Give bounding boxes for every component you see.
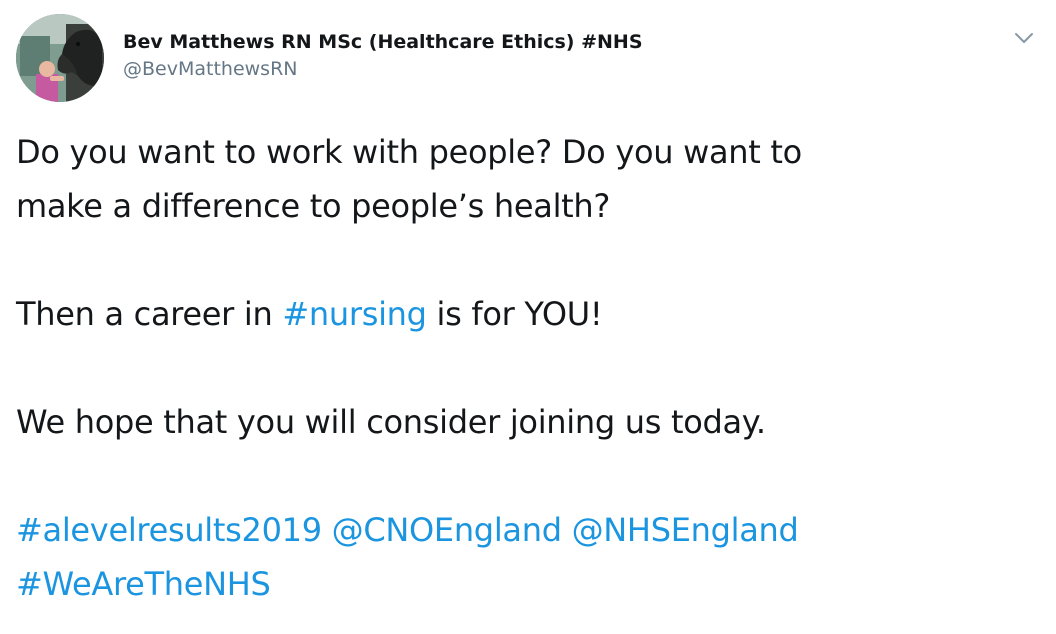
tweet-line: #alevelresults2019 @CNOEngland @NHSEngla… bbox=[16, 503, 1046, 557]
tweet-text-segment: Then a career in bbox=[16, 295, 283, 333]
tweet-line: Do you want to work with people? Do you … bbox=[16, 133, 802, 171]
chevron-down-icon[interactable] bbox=[1012, 26, 1036, 50]
hashtag-alevelresults-link[interactable]: #alevelresults2019 bbox=[16, 511, 322, 549]
profile-photo-horse-icon bbox=[16, 14, 104, 102]
avatar[interactable] bbox=[16, 14, 104, 102]
author-info[interactable]: Bev Matthews RN MSc (Healthcare Ethics) … bbox=[123, 28, 976, 82]
display-name[interactable]: Bev Matthews RN MSc (Healthcare Ethics) … bbox=[123, 28, 976, 56]
hashtag-wearethenhs-link[interactable]: #WeAreTheNHS bbox=[16, 565, 271, 603]
tweet-text-segment: is for YOU! bbox=[426, 295, 603, 333]
tweet-line: make a difference to people’s health? bbox=[16, 187, 611, 225]
tweet-line: Then a career in #nursing is for YOU! bbox=[16, 287, 1046, 341]
tweet-line: #WeAreTheNHS bbox=[16, 557, 1046, 611]
tweet-text: Do you want to work with people? Do you … bbox=[16, 125, 1046, 611]
mention-cnoengland-link[interactable]: @CNOEngland bbox=[332, 511, 562, 549]
hashtag-nursing-link[interactable]: #nursing bbox=[282, 295, 427, 333]
user-handle[interactable]: @BevMatthewsRN bbox=[123, 56, 976, 82]
tweet-line: We hope that you will consider joining u… bbox=[16, 403, 766, 441]
mention-nhsengland-link[interactable]: @NHSEngland bbox=[572, 511, 799, 549]
